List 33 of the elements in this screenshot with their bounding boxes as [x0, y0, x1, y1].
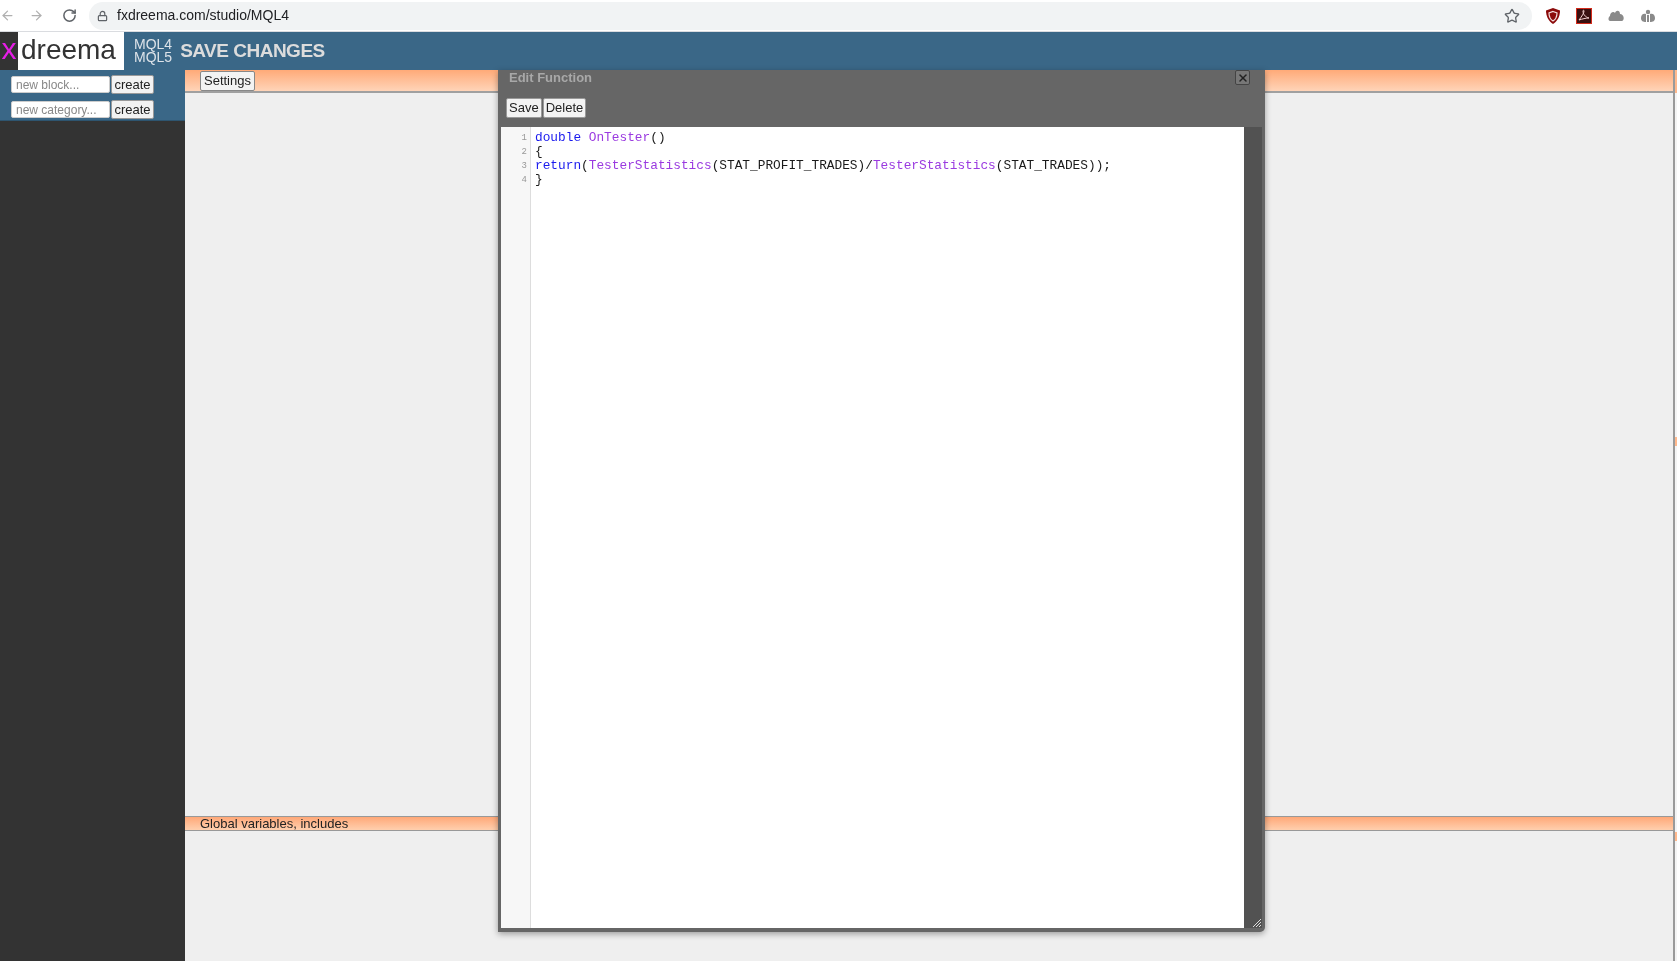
create-button[interactable]: create — [111, 75, 154, 94]
platform-link[interactable]: MQL5 — [134, 51, 173, 64]
shield-icon[interactable] — [1546, 7, 1560, 24]
save-changes-button[interactable]: SAVE CHANGES — [180, 32, 325, 70]
code-editor[interactable]: 1 2 3 4 double OnTester() { return(TesterStatistics(STAT_PROFIT_TRADES)/TesterStatistics(STAT_TRADES)); } — [501, 127, 1244, 928]
reload-icon[interactable] — [62, 8, 77, 23]
dialog-button[interactable]: Save — [506, 98, 542, 118]
name-input[interactable]: new block... — [11, 76, 110, 93]
settings-button[interactable]: Settings — [200, 70, 255, 91]
dialog-title: Edit Function — [509, 70, 593, 86]
dialog-button[interactable]: Delete — [542, 98, 587, 118]
close-icon — [1236, 71, 1249, 84]
code-line: } — [535, 173, 544, 187]
bookmark-star-icon[interactable] — [1504, 7, 1520, 24]
lock-icon — [97, 9, 108, 22]
extension-icon[interactable] — [1640, 8, 1656, 23]
close-button[interactable] — [1235, 70, 1250, 85]
name-input[interactable]: new category... — [11, 101, 110, 118]
line-number: 4 — [521, 174, 527, 187]
cloud-icon[interactable] — [1608, 9, 1625, 22]
code-line: { — [535, 145, 544, 159]
address-bar[interactable]: fxdreema.com/studio/MQL4 — [89, 1, 1532, 30]
line-number: 1 — [521, 132, 527, 145]
line-number: 2 — [521, 146, 527, 159]
platform-link[interactable]: MQL4 — [134, 38, 173, 51]
code-line: double OnTester() — [535, 131, 667, 145]
line-number: 3 — [521, 160, 527, 173]
section-title: Global variables, includes — [200, 817, 349, 830]
resize-grip-icon[interactable] — [1253, 919, 1261, 927]
url-text: fxdreema.com/studio/MQL4 — [117, 6, 289, 25]
code-line: return(TesterStatistics(STAT_PROFIT_TRADES)/TesterStatistics(STAT_TRADES)); — [535, 159, 1111, 173]
create-button[interactable]: create — [111, 100, 154, 119]
curl-symbol-icon[interactable] — [1576, 7, 1592, 24]
